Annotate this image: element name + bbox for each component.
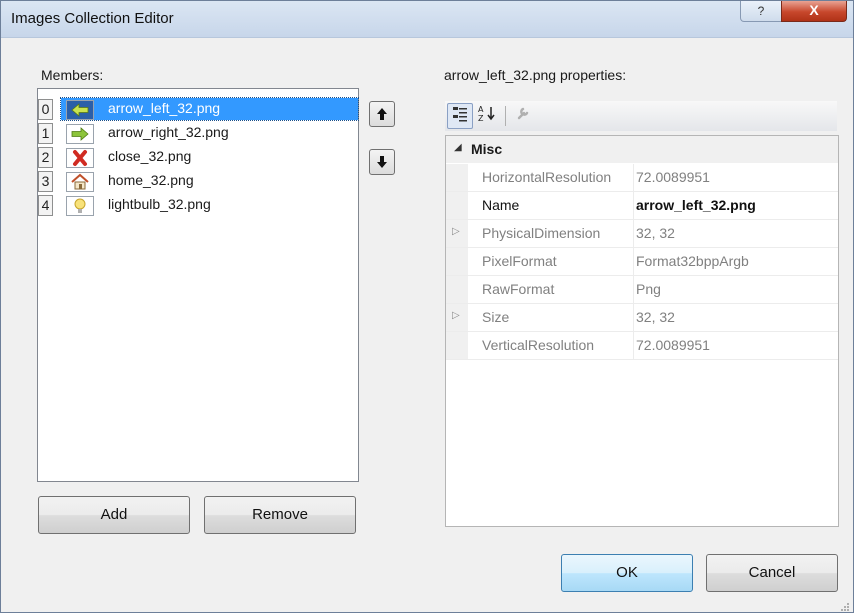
column-divider: [633, 164, 634, 191]
row-gutter: [446, 332, 468, 359]
property-value: 32, 32: [636, 225, 675, 241]
property-name: PhysicalDimension: [482, 225, 601, 241]
home-icon: [66, 172, 94, 192]
row-gutter: [446, 192, 468, 219]
remove-button[interactable]: Remove: [204, 496, 356, 534]
collection-editor-dialog: Images Collection Editor ? X Members: 0 …: [0, 0, 854, 613]
property-value: 72.0089951: [636, 169, 710, 185]
svg-text:Z: Z: [478, 114, 484, 123]
item-index: 0: [38, 99, 53, 120]
categorized-button[interactable]: [447, 103, 473, 129]
arrow-right-icon: [66, 124, 94, 144]
property-row[interactable]: VerticalResolution 72.0089951: [446, 332, 838, 360]
arrow-down-icon: [377, 156, 387, 168]
list-item[interactable]: 0 arrow_left_32.png: [38, 97, 359, 121]
column-divider: [633, 220, 634, 247]
lightbulb-icon: [66, 196, 94, 216]
members-label: Members:: [41, 67, 104, 83]
list-item[interactable]: 1 arrow_right_32.png: [38, 121, 358, 145]
help-button[interactable]: ?: [740, 1, 782, 22]
expand-triangle-icon[interactable]: ▷: [452, 226, 460, 237]
category-label: Misc: [471, 141, 503, 157]
property-name: HorizontalResolution: [482, 169, 612, 185]
sort-alphabetical-button[interactable]: AZ: [475, 103, 499, 127]
list-item[interactable]: 4 lightbulb_32.png: [38, 193, 358, 217]
arrow-up-icon: [377, 108, 387, 120]
property-row[interactable]: HorizontalResolution 72.0089951: [446, 164, 838, 192]
item-index: 3: [38, 171, 53, 192]
cancel-button[interactable]: Cancel: [706, 554, 838, 592]
property-value: 72.0089951: [636, 337, 710, 353]
column-divider: [633, 192, 634, 219]
property-name: Name: [482, 197, 520, 213]
move-up-button[interactable]: [369, 101, 395, 127]
resize-grip-icon[interactable]: [840, 599, 850, 611]
list-item[interactable]: 3 home_32.png: [38, 169, 358, 193]
column-divider: [633, 304, 634, 331]
property-value: Format32bppArgb: [636, 253, 749, 269]
property-grid[interactable]: ◢ Misc HorizontalResolution 72.0089951 N…: [445, 135, 839, 527]
property-name: RawFormat: [482, 281, 555, 297]
toolbar-separator: [505, 106, 506, 126]
svg-text:A: A: [478, 105, 484, 114]
category-row[interactable]: ◢ Misc: [446, 136, 838, 163]
row-gutter: [446, 164, 468, 191]
properties-label: arrow_left_32.png properties:: [444, 67, 627, 83]
title-bar[interactable]: Images Collection Editor ? X: [1, 1, 853, 38]
item-index: 4: [38, 195, 53, 216]
column-divider: [633, 276, 634, 303]
row-gutter: [446, 248, 468, 275]
add-button[interactable]: Add: [38, 496, 190, 534]
item-index: 2: [38, 147, 53, 168]
property-row[interactable]: Name arrow_left_32.png: [446, 192, 838, 220]
sort-alphabetical-icon: AZ: [478, 105, 495, 123]
property-row[interactable]: ▷ PhysicalDimension 32, 32: [446, 220, 838, 248]
list-item[interactable]: 2 close_32.png: [38, 145, 358, 169]
expand-triangle-icon[interactable]: ▷: [452, 310, 460, 321]
column-divider: [633, 248, 634, 275]
property-pages-icon: [517, 107, 529, 120]
dialog-title: Images Collection Editor: [11, 10, 174, 27]
arrow-left-icon: [66, 100, 94, 120]
close-icon: [66, 148, 94, 168]
property-row[interactable]: RawFormat Png: [446, 276, 838, 304]
property-name: VerticalResolution: [482, 337, 595, 353]
item-name: lightbulb_32.png: [108, 196, 211, 212]
members-list[interactable]: 0 arrow_left_32.png 1 arrow_right_32.png…: [37, 88, 359, 482]
property-value: Png: [636, 281, 661, 297]
categorized-icon: [453, 107, 467, 122]
column-divider: [633, 332, 634, 359]
close-window-button[interactable]: X: [781, 1, 847, 22]
collapse-triangle-icon[interactable]: ◢: [454, 142, 462, 153]
property-grid-toolbar: AZ: [445, 101, 837, 131]
item-name: close_32.png: [108, 148, 192, 164]
move-down-button[interactable]: [369, 149, 395, 175]
property-name: PixelFormat: [482, 253, 557, 269]
property-pages-button[interactable]: [511, 103, 535, 127]
property-row[interactable]: ▷ Size 32, 32: [446, 304, 838, 332]
ok-button[interactable]: OK: [561, 554, 693, 592]
item-name: arrow_left_32.png: [108, 100, 221, 116]
item-name: arrow_right_32.png: [108, 124, 229, 140]
item-name: home_32.png: [108, 172, 194, 188]
property-value: 32, 32: [636, 309, 675, 325]
row-gutter: [446, 276, 468, 303]
property-value[interactable]: arrow_left_32.png: [636, 197, 836, 213]
item-index: 1: [38, 123, 53, 144]
property-row[interactable]: PixelFormat Format32bppArgb: [446, 248, 838, 276]
property-name: Size: [482, 309, 510, 325]
